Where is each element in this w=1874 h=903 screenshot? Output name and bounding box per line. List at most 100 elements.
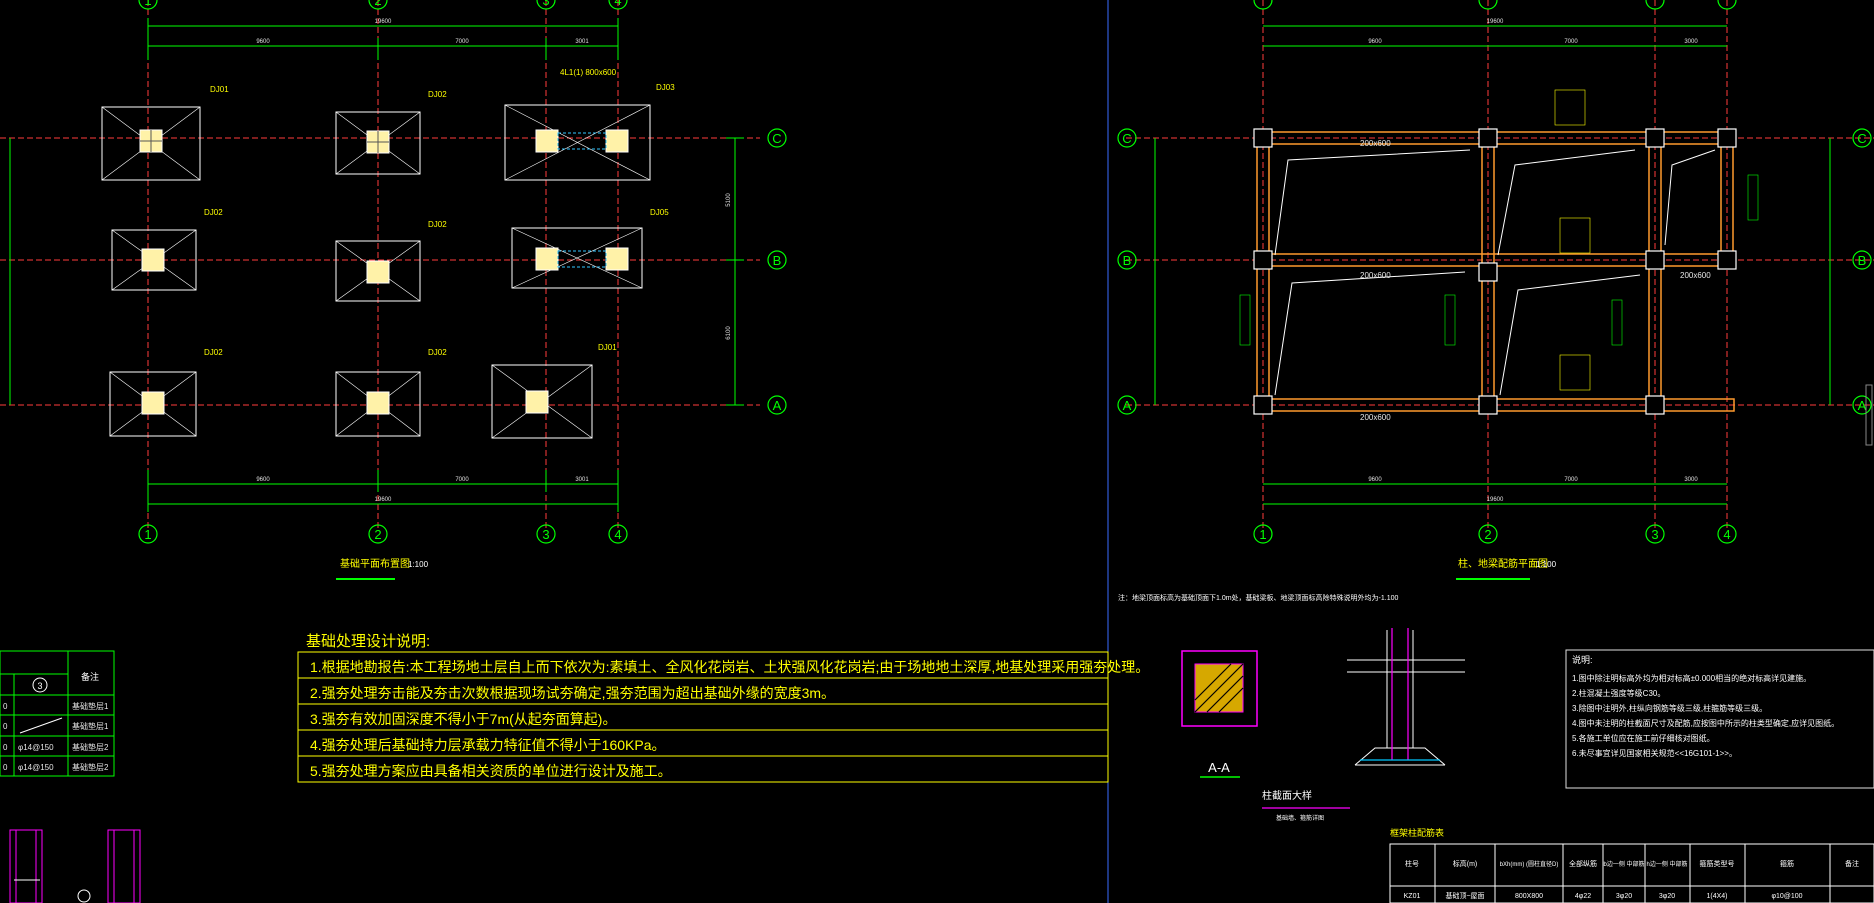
table-row-2-remark: 基础垫层1 <box>72 721 109 731</box>
schedule-title: 框架柱配筋表 <box>1390 827 1444 838</box>
cad-drawing-canvas[interactable]: 19600 9600 7000 3001 9600 7000 3001 1960… <box>0 0 1874 903</box>
footing-C3 <box>504 104 651 181</box>
footing-label-A3: DJ01 <box>598 343 617 352</box>
left-bottom-span-3: 3001 <box>575 477 589 483</box>
schedule-header-all-bars: 全部纵筋 <box>1569 859 1597 868</box>
schedule-header-stirrup: 箍筋 <box>1780 859 1794 868</box>
beam-note: 4L1(1) 800x600 <box>560 68 617 77</box>
left-grid-label-2: 2 <box>374 527 381 542</box>
left-plan-title: 基础平面布置图 <box>340 557 410 570</box>
right-grid-label-4: 4 <box>1723 527 1730 542</box>
schedule-cell-stirrup: φ10@100 <box>1771 893 1802 900</box>
vertical-scrollbar[interactable] <box>1865 384 1873 446</box>
design-note-3: 3.除图中注明外,柱纵向钢筋等级三级,柱箍筋等级三级。 <box>1572 703 1767 713</box>
left-top-span-1: 9600 <box>256 39 270 45</box>
foundation-note-1: 1.根据地勘报告:本工程场地土层自上而下依次为:素填土、全风化花岗岩、土状强风化… <box>310 659 1149 675</box>
footing-label-C2: DJ02 <box>428 90 447 99</box>
schedule-cell-size: 800X800 <box>1515 893 1543 900</box>
left-grid-label-top-1: 1 <box>144 0 151 8</box>
right-top-span-1: 9600 <box>1368 39 1382 45</box>
design-note-1: 1.图中除注明标高外均为相对标高±0.000相当的绝对标高详见建施。 <box>1572 673 1811 683</box>
left-grid-label-C: C <box>772 131 781 146</box>
table-row-4-mid: φ14@150 <box>18 763 54 772</box>
table-row-2-left: 0 <box>3 722 8 731</box>
right-grid-label-A-2: A <box>1858 398 1867 413</box>
left-plan-scale: 1:100 <box>408 560 429 569</box>
footing-label-B2: DJ02 <box>428 220 447 229</box>
table-row-3-left: 0 <box>3 743 8 752</box>
schedule-header-size: bXh(mm) (圆柱直径D) <box>1500 860 1559 868</box>
schedule-cell-b-side: 3φ20 <box>1616 893 1632 900</box>
footing-A1 <box>109 371 197 437</box>
left-right-dim-1: 5100 <box>726 193 732 207</box>
foundation-plan: 19600 9600 7000 3001 9600 7000 3001 1960… <box>0 0 787 580</box>
left-bottom-span-1: 9600 <box>256 477 270 483</box>
right-grid-label-B-2: B <box>1858 253 1867 268</box>
table-row-1-remark: 基础垫层1 <box>72 701 109 711</box>
right-bottom-overall: 19600 <box>1487 497 1504 503</box>
left-grid-label-3: 3 <box>542 527 549 542</box>
schedule-header-remark: 备注 <box>1845 859 1859 868</box>
foundation-note-2: 2.强夯处理夯击能及夯击次数根据现场试夯确定,强夯范围为超出基础外缘的宽度3m。 <box>310 685 835 701</box>
note-above-details: 注：地梁顶面标高为基础顶面下1.0m处，基础梁板、地梁顶面标高除特殊说明外均为-… <box>1118 593 1399 602</box>
left-grid-label-top-4: 4 <box>614 0 621 8</box>
schedule-header-stirrup-type: 箍筋类型号 <box>1700 859 1735 868</box>
left-grid-label-top-2: 2 <box>374 0 381 8</box>
detail-aa: 注：地梁顶面标高为基础顶面下1.0m处，基础梁板、地梁顶面标高除特殊说明外均为-… <box>1118 593 1399 778</box>
table-circle-label: 3 <box>37 681 42 691</box>
right-bottom-span-2: 7000 <box>1564 477 1578 483</box>
footing-label-A1: DJ02 <box>204 348 223 357</box>
left-grid-label-4: 4 <box>614 527 621 542</box>
schedule-cell-all-bars: 4φ22 <box>1575 893 1591 900</box>
beam-label-2: 200x600 <box>1360 271 1391 280</box>
right-bottom-span-1: 9600 <box>1368 477 1382 483</box>
column-beam-plan: 200x600 200x600 200x600 200x600 19600 96… <box>1117 0 1874 580</box>
left-top-span-3: 3001 <box>575 39 589 45</box>
table-row-4-left: 0 <box>3 763 8 772</box>
right-grid-label-C-2: C <box>1857 131 1866 146</box>
rebar-annotations-yellow <box>1554 89 1591 391</box>
schedule-header-h-side: h边一侧 中部筋 <box>1646 860 1687 868</box>
right-top-overall: 19600 <box>1487 19 1504 25</box>
table-row-3-remark: 基础垫层2 <box>72 742 109 752</box>
design-note-6: 6.未尽事宜详见国家相关规范<<16G101-1>>。 <box>1572 748 1737 758</box>
schedule-cell-h-side: 3φ20 <box>1659 893 1675 900</box>
beam-label-3: 200x600 <box>1680 271 1711 280</box>
left-top-span-2: 7000 <box>455 39 469 45</box>
footing-B3 <box>511 227 643 289</box>
section-sketches <box>9 829 141 903</box>
right-grid-label-C: C <box>1122 131 1131 146</box>
beam-label-1: 200x600 <box>1360 139 1391 148</box>
schedule-header-col-no: 柱号 <box>1405 859 1419 868</box>
footing-label-A2: DJ02 <box>428 348 447 357</box>
right-grid-label-A: A <box>1123 398 1132 413</box>
foundation-notes: 基础处理设计说明: 1.根据地勘报告:本工程场地土层自上而下依次为:素填土、全风… <box>297 633 1149 783</box>
columns <box>1253 128 1737 415</box>
right-plan-title: 柱、地梁配筋平面图 <box>1458 557 1548 570</box>
right-grid-label-B: B <box>1123 253 1132 268</box>
foundation-note-3: 3.强夯有效加固深度不得小于7m(从起夯面算起)。 <box>310 711 616 727</box>
left-grid-label-1: 1 <box>144 527 151 542</box>
foundation-note-4: 4.强夯处理后基础持力层承载力特征值不得小于160KPa。 <box>310 737 666 753</box>
design-note-2: 2.柱混凝土强度等级C30。 <box>1572 688 1665 698</box>
design-notes: 说明: 1.图中除注明标高外均为相对标高±0.000相当的绝对标高详见建施。 2… <box>1565 649 1874 789</box>
left-grid-bubbles <box>138 0 787 544</box>
right-top-span-3: 3000 <box>1684 39 1698 45</box>
table-row-3-mid: φ14@150 <box>18 743 54 752</box>
detail-aa-label: A-A <box>1208 760 1230 775</box>
footing-label-C1: DJ01 <box>210 85 229 94</box>
beam-label-4: 200x600 <box>1360 413 1391 422</box>
column-footing-detail: 柱截面大样 基础墙、箍筋详图 <box>1262 628 1465 822</box>
table-row-4-remark: 基础垫层2 <box>72 762 109 772</box>
column-detail-title: 柱截面大样 <box>1262 789 1312 802</box>
footing-C1 <box>101 106 201 181</box>
right-top-span-2: 7000 <box>1564 39 1578 45</box>
left-bottom-overall-dim: 19600 <box>375 497 392 503</box>
right-grid-label-1: 1 <box>1259 527 1266 542</box>
right-grid-label-2: 2 <box>1484 527 1491 542</box>
column-schedule: 框架柱配筋表 柱号 标高(m) bXh(mm) (圆柱直径D) 全部纵筋 b边一… <box>1389 827 1874 903</box>
footing-label-C3: DJ03 <box>656 83 675 92</box>
left-top-overall-dim: 19600 <box>375 19 392 25</box>
footing-table: 3 备注 0 基础垫层1 0 基础垫层1 0 φ14@150 基础垫层2 0 φ… <box>0 650 115 777</box>
left-right-dim-2: 6100 <box>726 326 732 340</box>
